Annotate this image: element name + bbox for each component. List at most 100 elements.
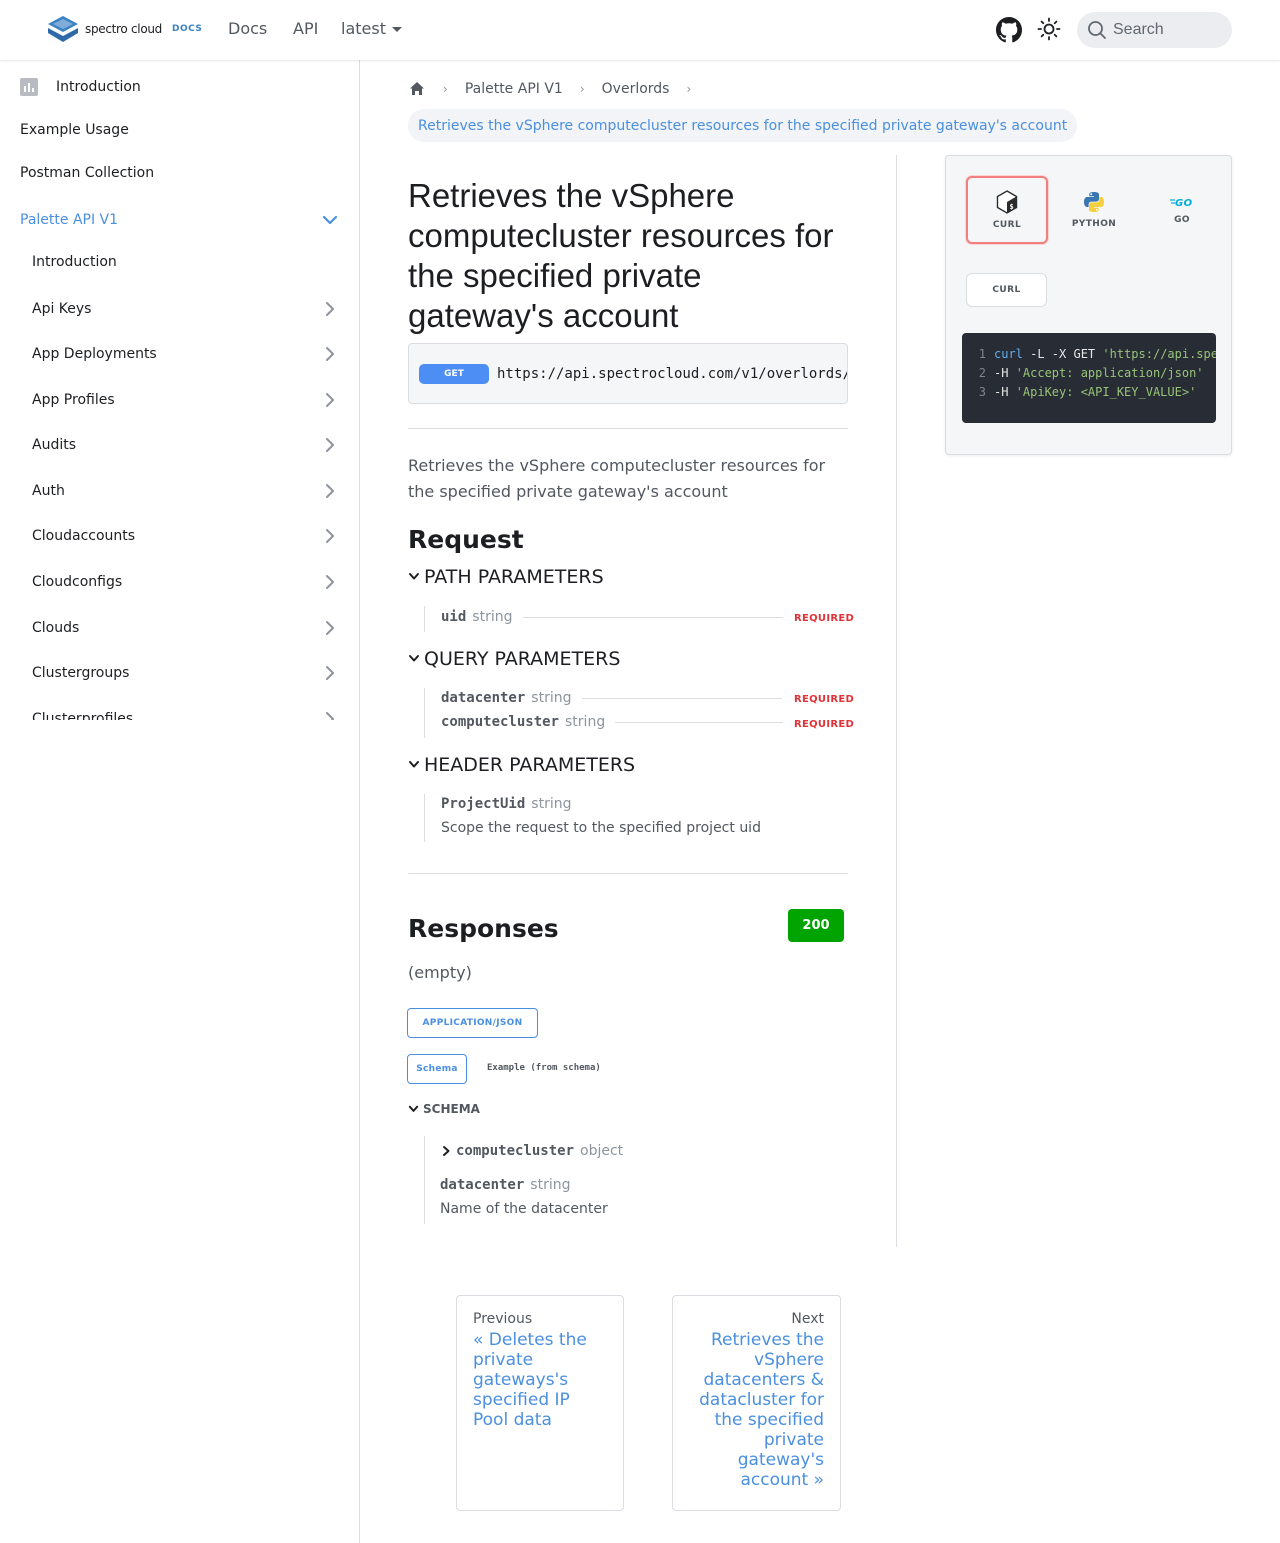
chevron-right-icon[interactable] [320,572,340,592]
nav-link-api[interactable]: API [293,19,318,38]
logo[interactable]: spectro cloud DOCS [47,15,202,43]
code-plain: -H [994,385,1016,399]
pager-next-label: Next [791,1311,824,1327]
param-name: uid [441,609,467,625]
sidebar-item-audits[interactable]: Audits [32,435,340,455]
sidebar-item-app-profiles[interactable]: App Profiles [32,390,340,410]
param-type: string [531,690,572,706]
chevron-down-icon [409,761,419,768]
content-type-tab[interactable]: APPLICATION/JSON [407,1008,538,1038]
chevron-right-icon[interactable] [320,709,340,720]
search-box[interactable] [1077,12,1232,48]
param-row-computecluster: computecluster string [441,714,797,730]
sidebar-item-api-keys[interactable]: Api Keys [32,299,340,319]
chevron-right-icon[interactable] [320,390,340,410]
lang-tab-go[interactable]: GO GO [1141,176,1223,244]
tab-schema[interactable]: Schema [407,1054,467,1084]
search-input[interactable] [1113,21,1223,39]
sidebar-item-auth[interactable]: Auth [32,481,340,501]
schema-toggle[interactable]: SCHEMA [408,1102,480,1116]
query-parameters-toggle[interactable]: QUERY PARAMETERS [408,648,620,670]
lang-tab-curl[interactable]: $ CURL [966,176,1048,244]
param-row-datacenter: datacenter string [441,690,796,706]
query-parameters-heading: QUERY PARAMETERS [424,648,621,670]
param-rule [615,721,784,723]
code-plain: -L -X GET [1022,347,1103,361]
breadcrumb-palette-api-v1[interactable]: Palette API V1 [465,81,563,97]
theme-toggle-sun-icon[interactable] [1037,17,1061,41]
sidebar-item-cloudconfigs[interactable]: Cloudconfigs [32,572,340,592]
github-icon[interactable] [996,17,1022,43]
chevron-right-icon[interactable] [320,526,340,546]
status-badge-200[interactable]: 200 [788,909,844,942]
code-block[interactable]: 1 curl -L -X GET 'https://api.spectroclo… [962,333,1216,423]
sidebar-item-label: App Deployments [32,346,157,362]
sidebar-item-postman-collection[interactable]: Postman Collection [20,165,340,181]
required-badge: REQUIRED [794,613,855,624]
tab-example[interactable]: Example (from schema) [487,1063,601,1073]
bash-icon: $ [996,190,1018,214]
sidebar-item-clusterprofiles[interactable]: Clusterprofiles [32,709,340,720]
sidebar-item-clustergroups[interactable]: Clustergroups [32,663,340,683]
required-badge: REQUIRED [794,694,855,705]
nav-link-docs[interactable]: Docs [228,19,267,38]
param-type: string [565,714,606,730]
breadcrumb-overlords[interactable]: Overlords [602,81,670,97]
chevron-right-icon[interactable] [320,299,340,319]
chevron-right-icon: › [443,82,448,96]
sidebar-item-app-deployments[interactable]: App Deployments [32,344,340,364]
chevron-down-icon [409,655,419,662]
svg-text:$: $ [1010,203,1015,211]
param-rule [581,697,782,699]
schema-row-computecluster[interactable]: computecluster object [440,1143,623,1159]
sidebar-item-introduction[interactable]: Introduction [20,78,340,96]
breadcrumb: › Palette API V1 › Overlords › [408,80,708,98]
code-string: 'ApiKey: <API_KEY_VALUE>' [1015,385,1197,399]
chevron-right-icon: › [579,82,585,96]
pager-next[interactable]: Next Retrieves the vSphere datacenters &… [672,1295,841,1511]
sidebar-item-label: Clustergroups [32,665,130,681]
sidebar-section-palette-api-v1[interactable]: Palette API V1 [20,210,340,230]
chevron-right-icon: › [686,82,692,96]
chevron-down-icon[interactable] [320,210,340,230]
home-icon [410,82,424,95]
param-name: datacenter [441,690,526,706]
line-number: 3 [978,385,986,399]
line-number: 2 [978,366,986,380]
sidebar-item-example-usage[interactable]: Example Usage [20,122,340,138]
logo-docs-badge: DOCS [171,24,203,34]
schema-heading: SCHEMA [423,1102,480,1116]
sidebar-item-label: Cloudaccounts [32,528,136,544]
chevron-right-icon[interactable] [320,663,340,683]
sidebar-item-label: Postman Collection [20,165,155,181]
chevron-right-icon[interactable] [320,618,340,638]
sidebar-item-clouds[interactable]: Clouds [32,618,340,638]
sidebar-item-label: Api Keys [32,301,92,317]
sidebar-item-cloudaccounts[interactable]: Cloudaccounts [32,526,340,546]
go-icon: GO [1170,198,1192,209]
request-heading: Request [408,525,524,554]
lang-tab-label: PYTHON [1071,219,1117,229]
code-command: curl [994,347,1023,361]
breadcrumb-home[interactable] [408,80,426,98]
header-parameters-toggle[interactable]: HEADER PARAMETERS [408,754,635,776]
sidebar-item-api-introduction[interactable]: Introduction [32,254,340,270]
code-line: 3 -H 'ApiKey: <API_KEY_VALUE>' [962,385,1216,404]
sidebar-item-label: Introduction [56,79,141,95]
chevron-right-icon[interactable] [320,481,340,501]
param-type: string [531,796,572,812]
schema-row-datacenter: datacenter string [440,1177,571,1193]
pager-previous[interactable]: Previous « Deletes the private gateways'… [456,1295,624,1511]
lang-tab-python[interactable]: PYTHON [1053,176,1135,244]
curl-variant-tab[interactable]: CURL [966,273,1047,307]
spectro-cloud-logo-icon [48,16,78,42]
schema-field-type: string [530,1177,571,1193]
chevron-right-icon[interactable] [320,435,340,455]
path-parameters-toggle[interactable]: PATH PARAMETERS [408,566,604,588]
chevron-right-icon[interactable] [320,344,340,364]
chevron-down-icon [409,573,419,580]
divider [408,873,848,874]
code-line: 1 curl -L -X GET 'https://api.spectroclo… [962,347,1216,366]
version-dropdown[interactable]: latest [341,19,402,38]
introduction-icon [20,78,38,96]
